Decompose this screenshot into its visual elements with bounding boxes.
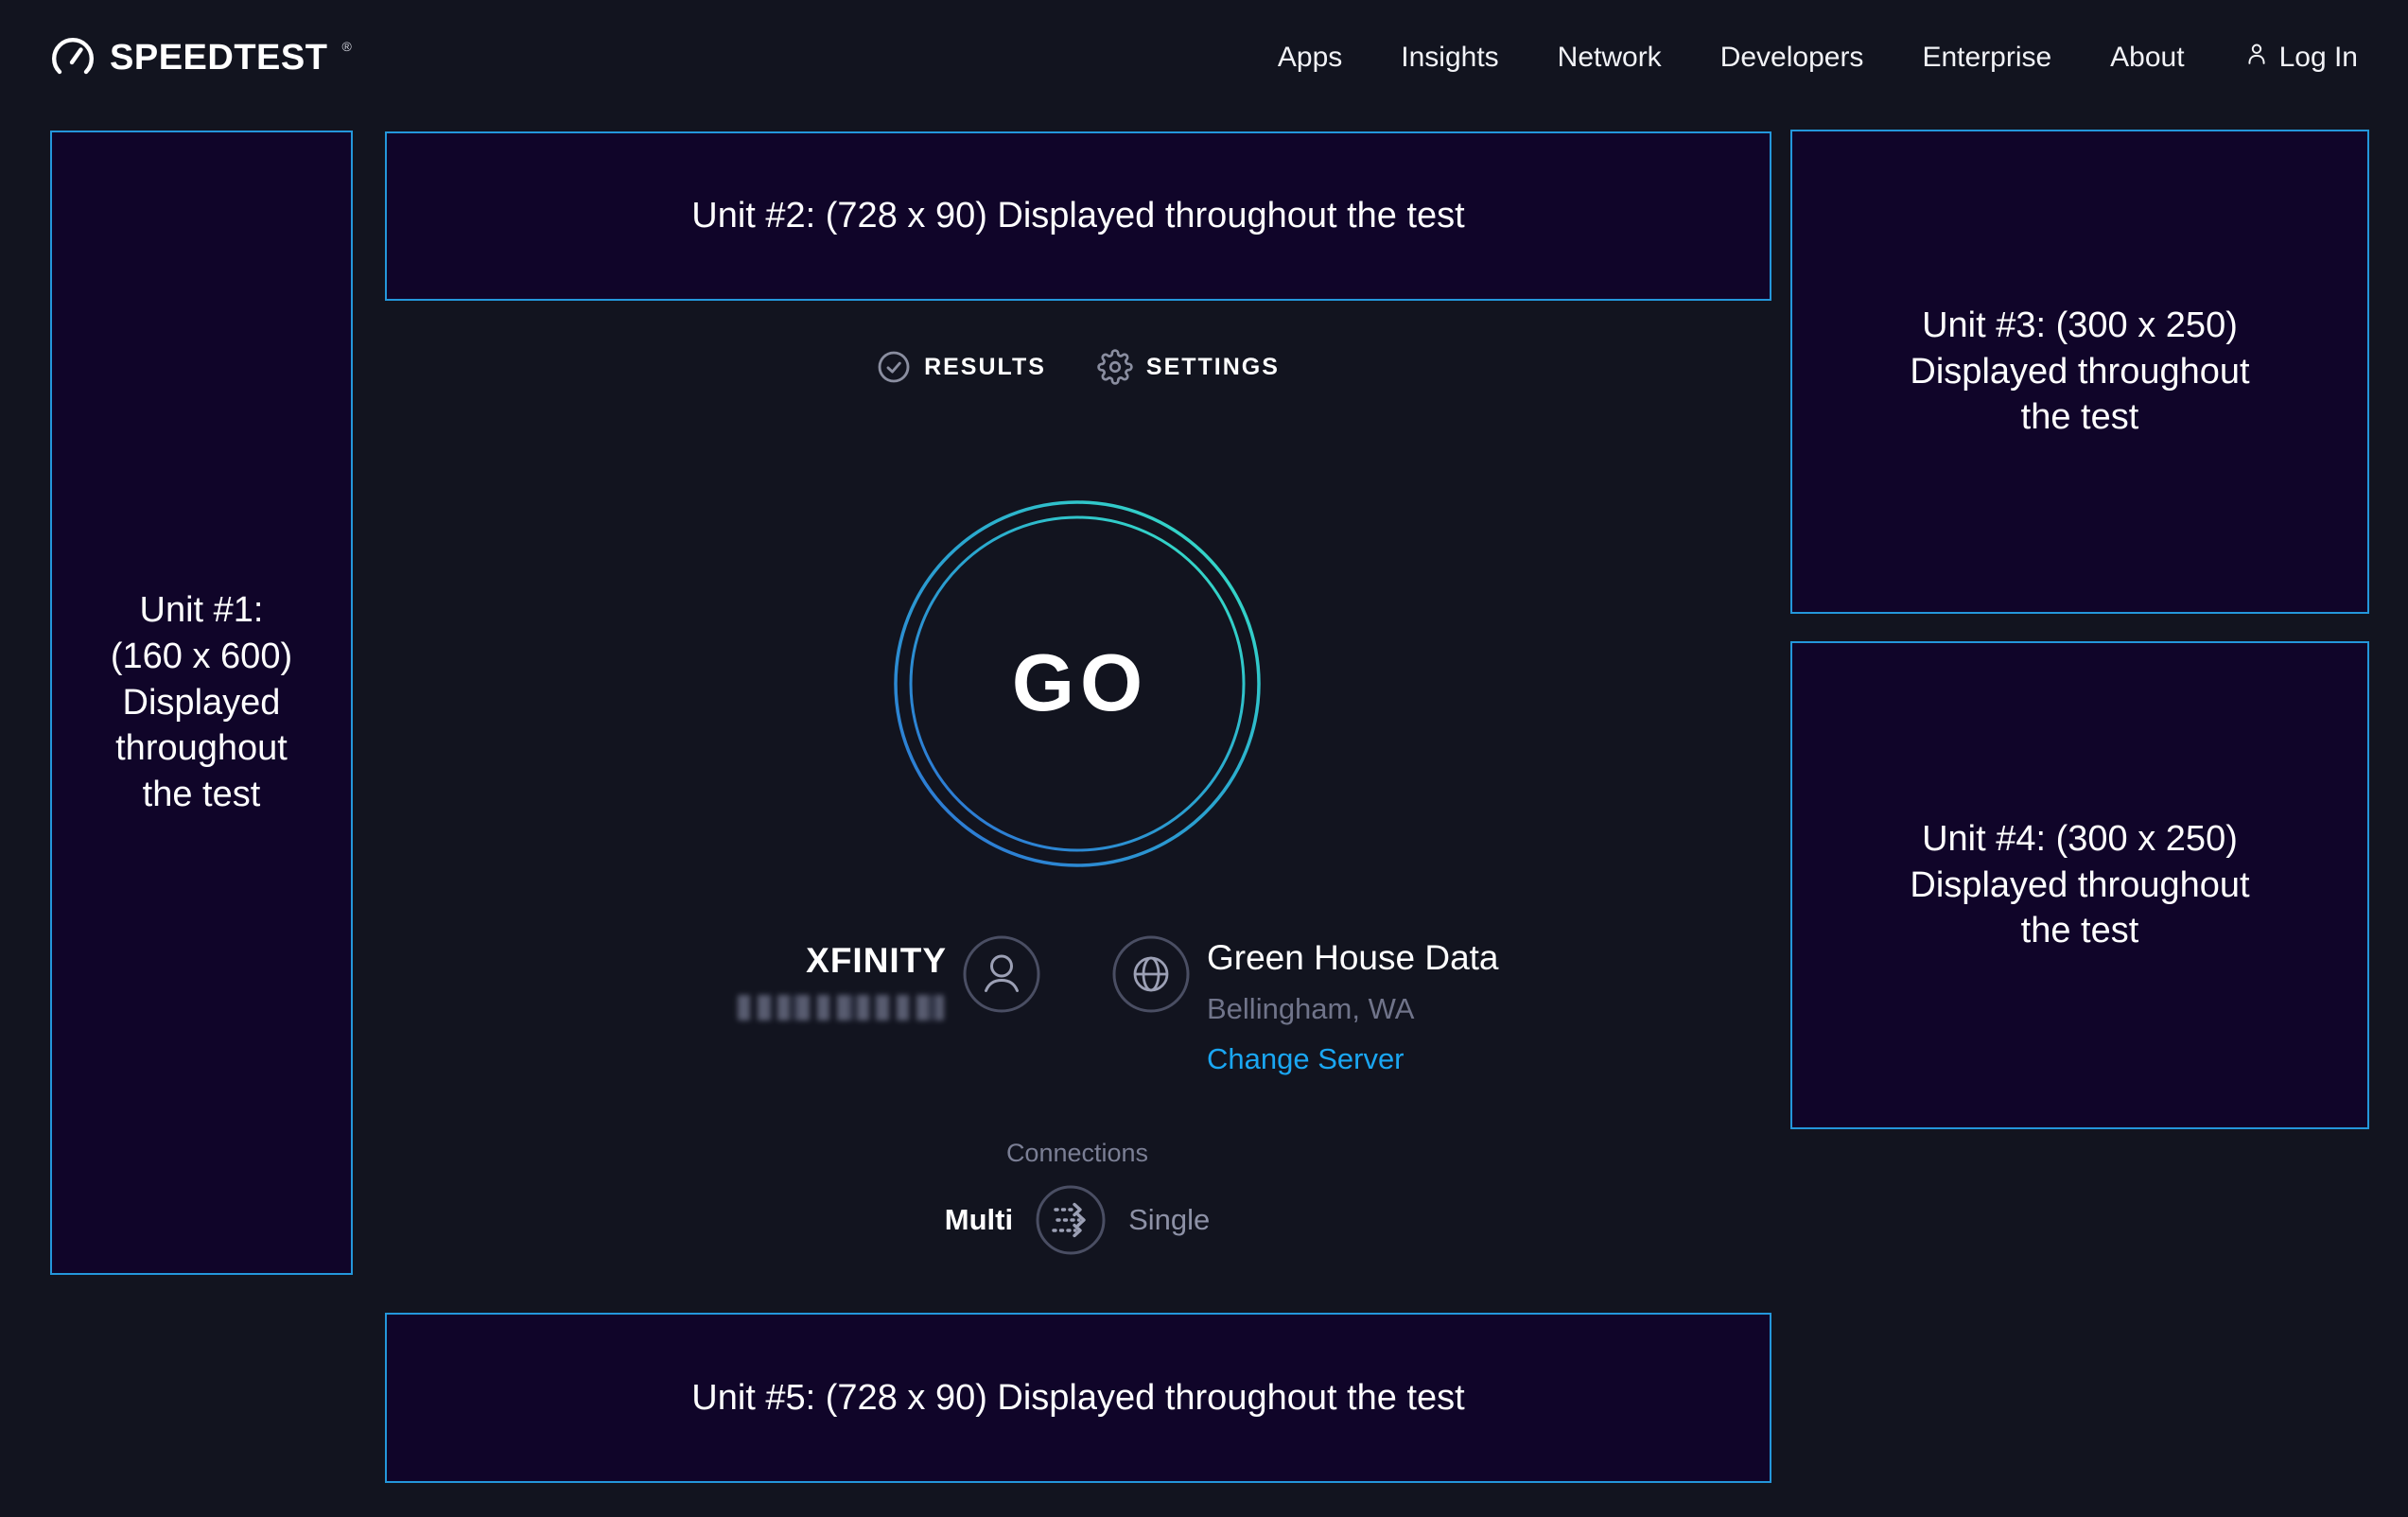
- tab-bar: RESULTS SETTINGS: [385, 346, 1771, 388]
- nav-item-insights[interactable]: Insights: [1401, 42, 1498, 74]
- logo-wordmark: SPEEDTEST: [110, 34, 327, 81]
- isp-name: XFINITY: [663, 941, 947, 981]
- results-tab-label: RESULTS: [924, 354, 1046, 381]
- server-name: Green House Data: [1207, 938, 1499, 978]
- connections-single-option[interactable]: Single: [1128, 1203, 1210, 1237]
- ad-unit-1-skyscraper: Unit #1: (160 x 600) Displayed throughou…: [50, 131, 353, 1275]
- nav-item-network[interactable]: Network: [1558, 42, 1662, 74]
- nav-item-about[interactable]: About: [2110, 42, 2184, 74]
- check-circle-icon: [877, 350, 911, 384]
- multi-connections-icon: [1035, 1184, 1107, 1256]
- tab-settings[interactable]: SETTINGS: [1097, 349, 1280, 385]
- person-icon: [992, 956, 1012, 976]
- isp-badge[interactable]: [962, 934, 1041, 1014]
- user-icon: [2243, 41, 2270, 75]
- go-button-label: GO: [888, 495, 1266, 873]
- change-server-link[interactable]: Change Server: [1207, 1042, 1405, 1076]
- login-button[interactable]: Log In: [2243, 41, 2358, 75]
- nav-item-apps[interactable]: Apps: [1278, 42, 1342, 74]
- connections-toggle[interactable]: [1035, 1184, 1107, 1256]
- ad-unit-3-rectangle: Unit #3: (300 x 250) Displayed throughou…: [1790, 130, 2369, 614]
- tab-results[interactable]: RESULTS: [877, 350, 1046, 384]
- connections-multi-option[interactable]: Multi: [945, 1203, 1013, 1237]
- login-label: Log In: [2279, 42, 2358, 74]
- server-badge[interactable]: [1111, 934, 1191, 1014]
- nav-item-developers[interactable]: Developers: [1720, 42, 1864, 74]
- censored-ip-blur: [738, 995, 944, 1020]
- main-nav: Apps Insights Network Developers Enterpr…: [1278, 41, 2358, 75]
- go-button[interactable]: GO: [888, 495, 1266, 873]
- settings-tab-label: SETTINGS: [1146, 354, 1280, 381]
- ad-unit-2-leaderboard: Unit #2: (728 x 90) Displayed throughout…: [385, 131, 1771, 301]
- gear-icon: [1097, 349, 1133, 385]
- connections-row: Multi Single: [888, 1182, 1266, 1258]
- ad-unit-4-rectangle: Unit #4: (300 x 250) Displayed throughou…: [1790, 641, 2369, 1129]
- header: SPEEDTEST ® Apps Insights Network Develo…: [0, 0, 2408, 115]
- server-location: Bellingham, WA: [1207, 992, 1414, 1026]
- nav-item-enterprise[interactable]: Enterprise: [1922, 42, 2051, 74]
- speedometer-icon: [50, 34, 96, 81]
- logo-trademark: ®: [341, 40, 351, 53]
- connections-title: Connections: [888, 1139, 1266, 1168]
- speedtest-page: SPEEDTEST ® Apps Insights Network Develo…: [0, 0, 2408, 1517]
- speedtest-logo[interactable]: SPEEDTEST ®: [50, 34, 352, 81]
- ad-unit-5-leaderboard: Unit #5: (728 x 90) Displayed throughout…: [385, 1313, 1771, 1483]
- globe-icon: [1135, 958, 1167, 990]
